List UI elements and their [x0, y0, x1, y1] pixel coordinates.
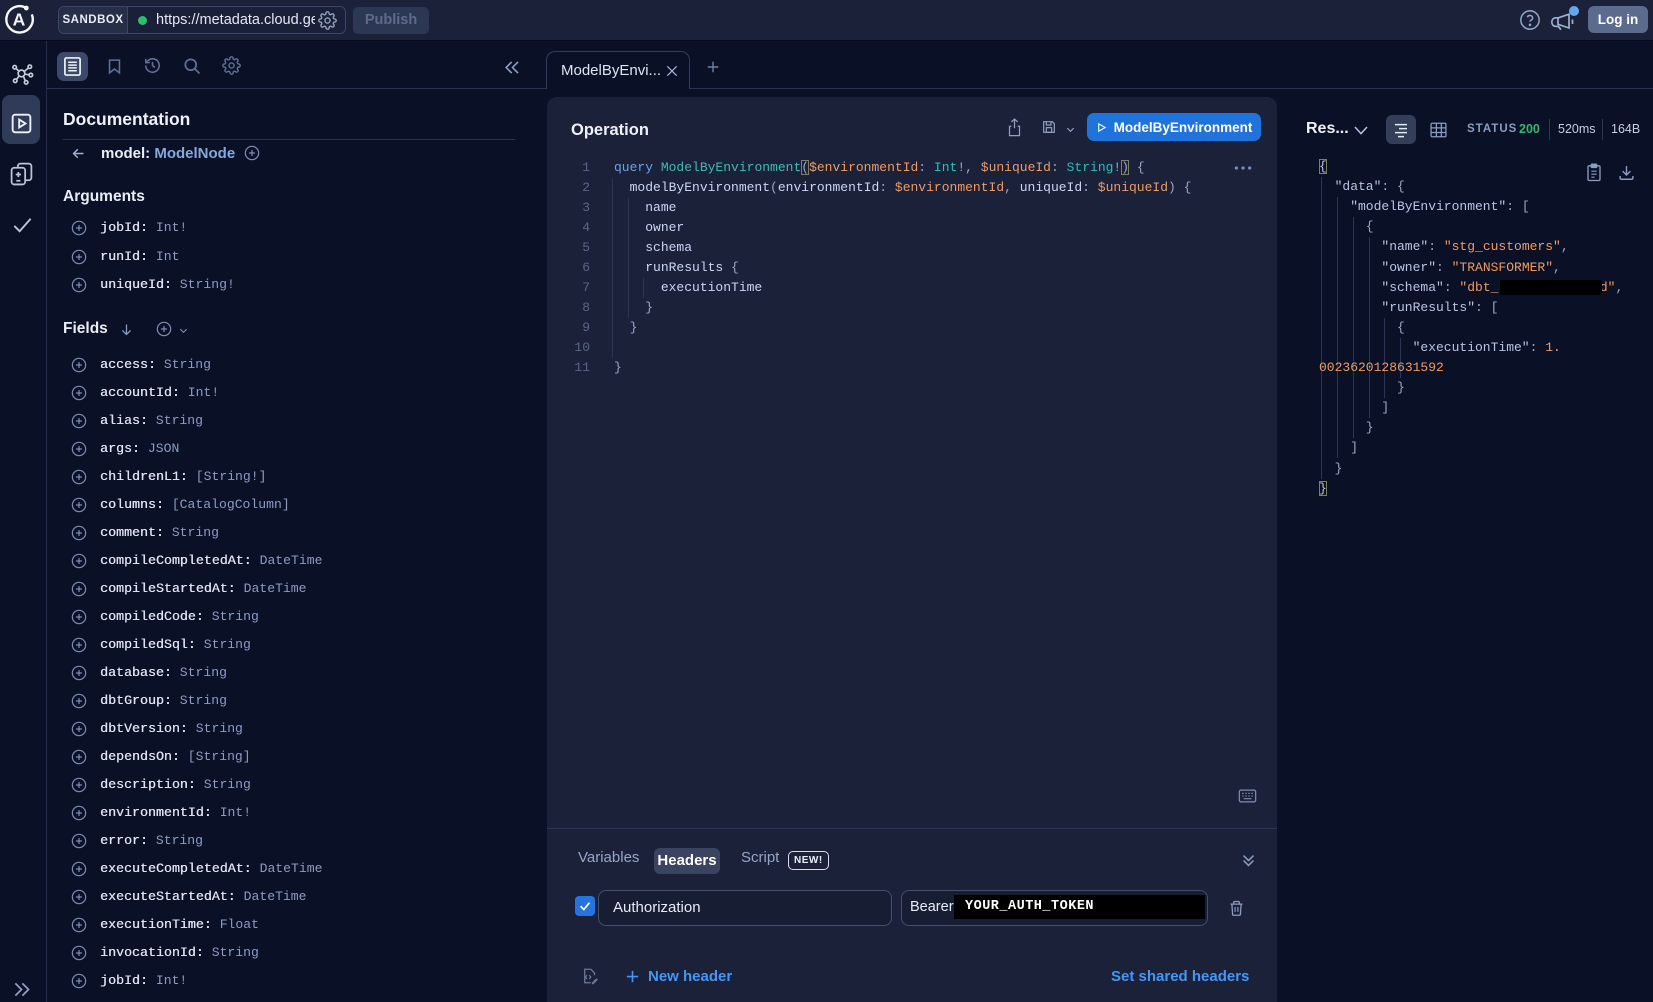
svg-text:A: A [13, 10, 26, 30]
